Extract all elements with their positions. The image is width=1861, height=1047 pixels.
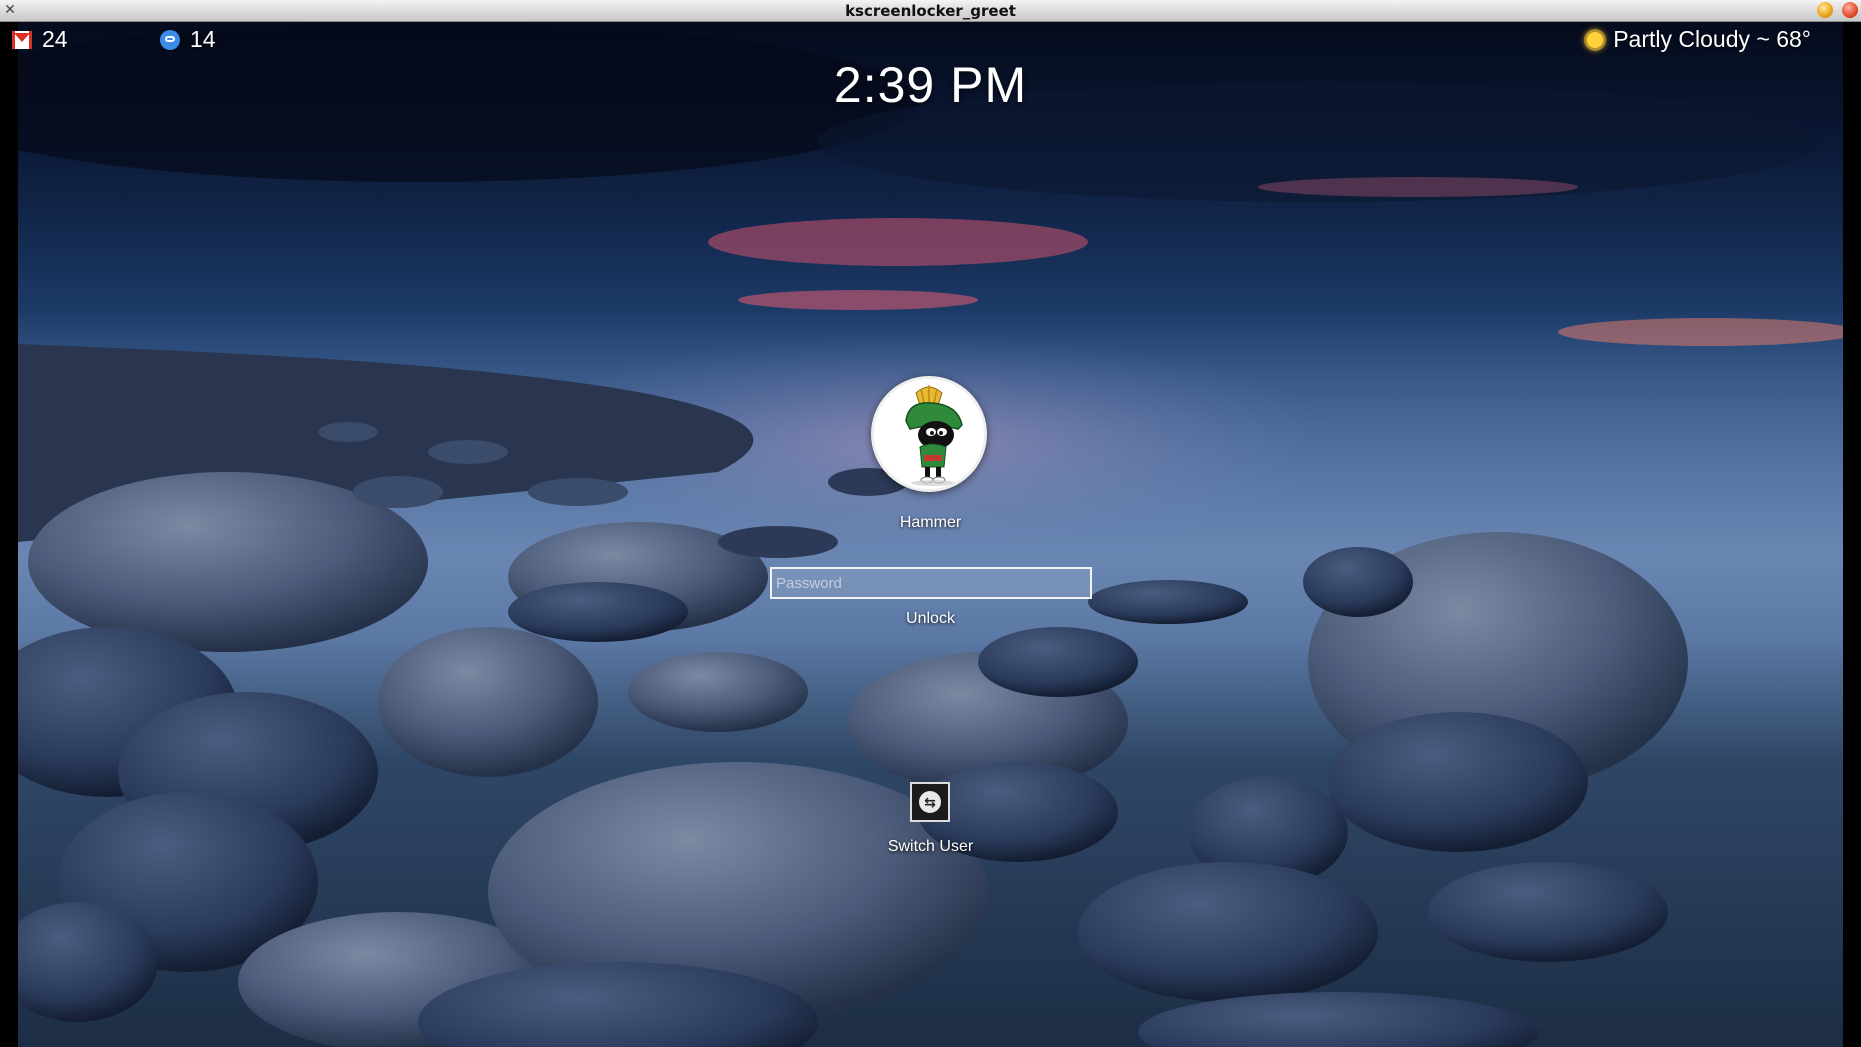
weather-widget: Partly Cloudy ~ 68° (1587, 26, 1811, 53)
window-titlebar: ✕ kscreenlocker_greet (0, 0, 1861, 22)
switch-user-button[interactable]: ⇆ (910, 782, 950, 822)
switch-user-icon: ⇆ (919, 791, 941, 813)
mail-count: 24 (42, 26, 68, 52)
minimize-icon[interactable] (1817, 2, 1833, 18)
gmail-icon (12, 30, 32, 49)
window-title: kscreenlocker_greet (845, 1, 1016, 20)
sun-icon (1587, 31, 1604, 48)
password-input[interactable] (770, 567, 1092, 599)
chat-widget[interactable]: 14 (160, 26, 216, 53)
username-label: Hammer (899, 514, 962, 531)
chat-bubble-icon (160, 29, 180, 50)
unlock-button[interactable]: Unlock (0, 610, 1861, 628)
user-avatar (871, 376, 987, 492)
marvin-martian-avatar (874, 379, 984, 489)
mail-widget[interactable]: 24 (12, 26, 68, 53)
chat-count: 14 (190, 26, 216, 52)
switch-user-label[interactable]: Switch User (0, 838, 1861, 856)
clock: 2:39 PM (833, 57, 1028, 113)
wallpaper (18, 22, 1843, 1047)
weather-text: Partly Cloudy ~ 68° (1613, 26, 1811, 52)
wallpaper-art (18, 22, 1843, 1047)
app-icon[interactable]: ✕ (2, 2, 18, 18)
close-icon[interactable] (1842, 2, 1858, 18)
